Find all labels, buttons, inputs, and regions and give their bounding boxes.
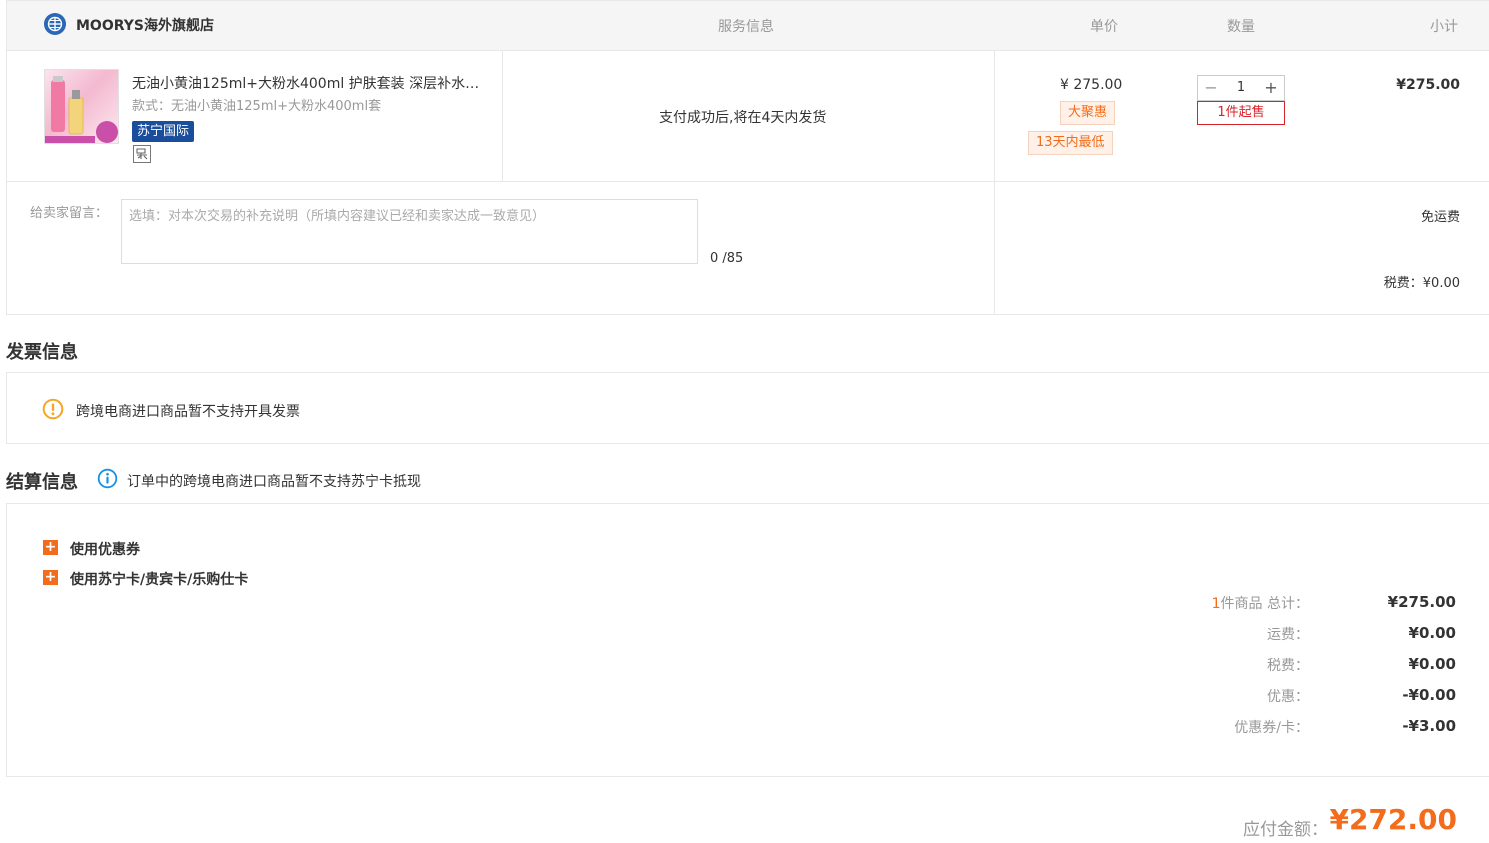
summary-shipping-label: 运费： bbox=[1267, 627, 1309, 643]
summary-discount-label: 优惠： bbox=[1267, 689, 1309, 705]
promo-tag-lowest-price: 13天内最低 bbox=[1028, 131, 1113, 155]
info-icon bbox=[97, 468, 118, 489]
tax-fee: 税费：¥0.00 bbox=[1383, 276, 1460, 291]
quantity-decrease-button[interactable]: − bbox=[1198, 76, 1224, 100]
invoice-section-title: 发票信息 bbox=[6, 342, 78, 363]
product-spec: 款式：无油小黄油125ml+大粉水400ml套 bbox=[132, 99, 382, 114]
summary-discount-value: -¥0.00 bbox=[1402, 686, 1456, 704]
quantity-stepper: − 1 + bbox=[1197, 75, 1285, 101]
delivery-service-text: 支付成功后,将在4天内发货 bbox=[659, 110, 827, 126]
use-card-toggle[interactable]: 使用苏宁卡/贵宾卡/乐购仕卡 bbox=[70, 569, 248, 589]
seller-message-label: 给卖家留言： bbox=[30, 206, 109, 221]
summary-total-value: ¥275.00 bbox=[1387, 593, 1456, 611]
settlement-notice: 订单中的跨境电商进口商品暂不支持苏宁卡抵现 bbox=[127, 474, 421, 490]
use-coupon-toggle[interactable]: 使用优惠券 bbox=[70, 539, 140, 559]
summary-shipping-value: ¥0.00 bbox=[1408, 624, 1456, 642]
message-char-count: 0 /85 bbox=[710, 251, 744, 266]
invoice-notice: 跨境电商进口商品暂不支持开具发票 bbox=[76, 404, 300, 420]
payable-amount-label: 应付金额： bbox=[1243, 820, 1328, 840]
item-subtotal: ¥275.00 bbox=[1396, 77, 1460, 93]
promo-tag-juhui: 大聚惠 bbox=[1060, 101, 1116, 125]
plus-icon[interactable]: + bbox=[43, 570, 58, 585]
seller-message-input[interactable] bbox=[121, 199, 698, 264]
product-image[interactable] bbox=[44, 69, 119, 144]
shipping-fee: 免运费 bbox=[1420, 210, 1460, 225]
summary-coupon-label: 优惠券/卡： bbox=[1234, 720, 1309, 736]
column-header-quantity: 数量 bbox=[1227, 19, 1255, 35]
summary-item-count: 1 bbox=[1211, 596, 1221, 612]
store-name-link[interactable]: MOORYS海外旗舰店 bbox=[76, 15, 214, 35]
plus-icon[interactable]: + bbox=[43, 540, 58, 555]
minimum-sale-notice: 1件起售 bbox=[1197, 101, 1285, 125]
divider bbox=[502, 50, 503, 182]
product-title-link[interactable]: 无油小黄油125ml+大粉水400ml 护肤套装 深层补水保湿 bbox=[132, 73, 490, 93]
suning-international-badge: 苏宁国际 bbox=[132, 121, 195, 142]
summary-count-label: 件商品 总计： bbox=[1220, 596, 1309, 612]
column-header-service: 服务信息 bbox=[718, 19, 774, 35]
summary-coupon-value: -¥3.00 bbox=[1402, 717, 1456, 735]
quantity-value[interactable]: 1 bbox=[1224, 76, 1258, 100]
return-icon[interactable] bbox=[133, 145, 151, 163]
unit-price: ¥ 275.00 bbox=[1060, 77, 1123, 93]
settlement-section-title: 结算信息 bbox=[6, 472, 78, 493]
column-header-subtotal: 小计 bbox=[1430, 19, 1458, 35]
globe-icon bbox=[44, 13, 66, 35]
summary-tax-label: 税费： bbox=[1267, 658, 1309, 674]
column-header-unit-price: 单价 bbox=[1090, 19, 1118, 35]
summary-total-label: 1件商品 总计： bbox=[1212, 593, 1309, 613]
warning-icon bbox=[42, 398, 64, 420]
summary-tax-value: ¥0.00 bbox=[1408, 655, 1456, 673]
payable-amount-value: ¥272.00 bbox=[1329, 803, 1457, 836]
quantity-increase-button[interactable]: + bbox=[1258, 76, 1284, 100]
